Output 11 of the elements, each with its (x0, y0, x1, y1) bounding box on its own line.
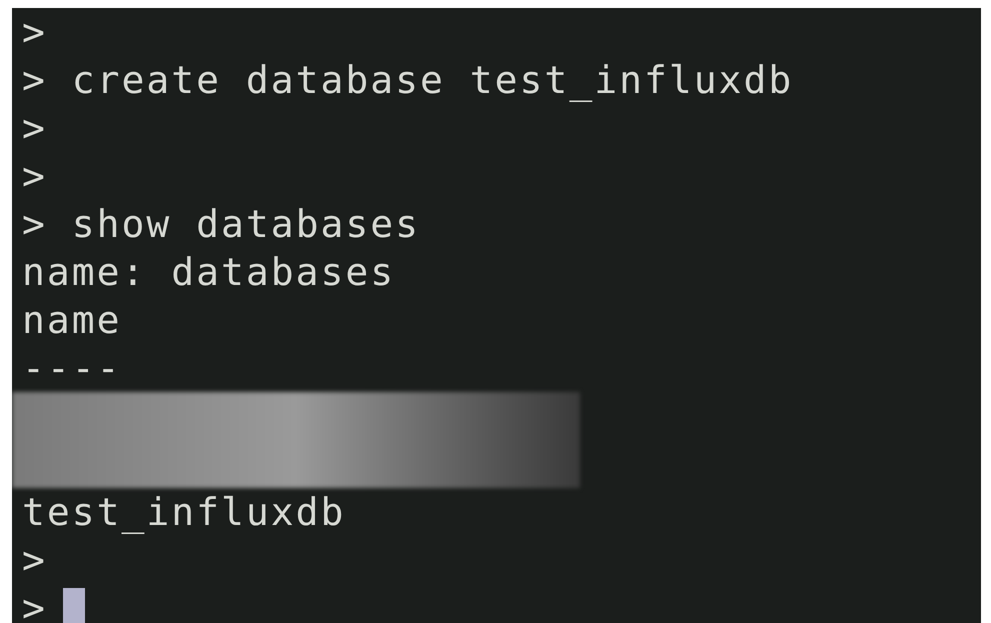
terminal-line: > show databases (22, 201, 420, 248)
terminal-prompt: > (22, 585, 47, 623)
terminal-line: > (22, 153, 47, 200)
terminal-line: > (22, 105, 47, 152)
terminal-line: name: databases (22, 249, 396, 296)
terminal-line: > (22, 9, 47, 56)
terminal-line: ---- (22, 345, 122, 392)
terminal-line: > create database test_influxdb (22, 57, 794, 104)
terminal-line: name (22, 297, 122, 344)
terminal-line: > (22, 537, 47, 584)
terminal-line: test_influxdb (22, 489, 346, 536)
